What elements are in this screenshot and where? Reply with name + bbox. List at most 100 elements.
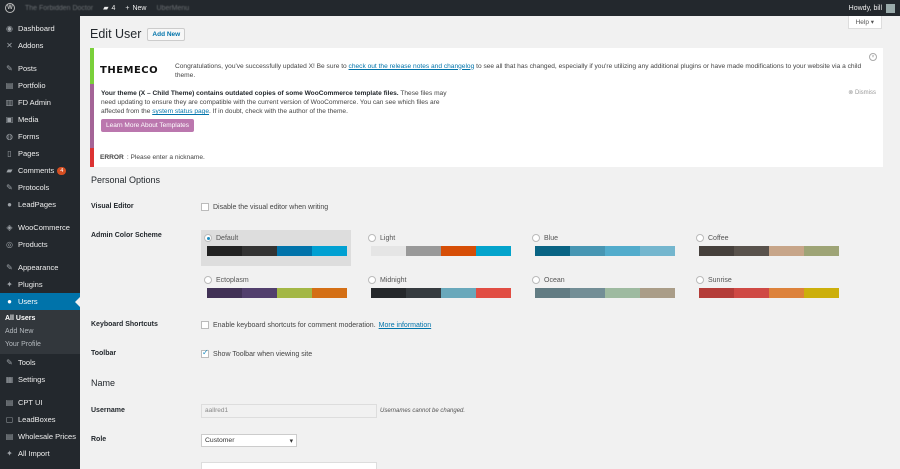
- color-scheme-header: Ocean: [532, 275, 675, 285]
- color-scheme-ocean[interactable]: Ocean: [529, 272, 679, 308]
- submenu-item-all-users[interactable]: All Users: [0, 312, 80, 325]
- sidebar-item-comments[interactable]: ▰ Comments 4: [0, 162, 80, 179]
- sidebar-item-posts[interactable]: ✎ Posts: [0, 60, 80, 77]
- color-swatch: [441, 288, 476, 298]
- role-select[interactable]: Customer ▾: [201, 434, 297, 447]
- sidebar-item-appearance[interactable]: ✎ Appearance: [0, 259, 80, 276]
- color-scheme-name: Default: [216, 234, 239, 242]
- color-scheme-blue[interactable]: Blue: [529, 230, 679, 266]
- color-scheme-radio[interactable]: [696, 276, 704, 284]
- keyboard-shortcuts-text: Enable keyboard shortcuts for comment mo…: [213, 321, 376, 329]
- color-scheme-radio[interactable]: [368, 234, 376, 242]
- color-scheme-header: Ectoplasm: [204, 275, 347, 285]
- ubermenu-link[interactable]: UberMenu: [152, 0, 195, 16]
- sidebar-item-pages[interactable]: ▯ Pages: [0, 145, 80, 162]
- system-status-link[interactable]: system status page: [152, 108, 209, 115]
- color-scheme-ectoplasm[interactable]: Ectoplasm: [201, 272, 351, 308]
- color-scheme-radio[interactable]: [532, 234, 540, 242]
- tools-icon: ✎: [6, 358, 13, 367]
- sidebar-item-media[interactable]: ▣ Media: [0, 111, 80, 128]
- x-icon: ✕: [6, 41, 13, 50]
- next-field[interactable]: [201, 462, 377, 469]
- color-scheme-coffee[interactable]: Coffee: [693, 230, 843, 266]
- color-scheme-name: Ocean: [544, 276, 565, 284]
- sidebar-item-label: Settings: [18, 375, 46, 384]
- sidebar-item-all-import[interactable]: ✦ All Import: [0, 445, 80, 462]
- sidebar-item-label: Comments: [18, 166, 55, 175]
- more-information-link[interactable]: More information: [379, 322, 432, 329]
- sidebar-item-label: Plugins: [18, 280, 43, 289]
- sidebar-item-woocommerce[interactable]: ◈ WooCommerce: [0, 219, 80, 236]
- username-field[interactable]: aallred1: [201, 404, 377, 418]
- comments-icon: ▰: [6, 166, 13, 175]
- sidebar-item-label: Protocols: [18, 183, 50, 192]
- main-content: Help ▾ Edit User Add New THEMECO Congrat…: [80, 16, 900, 469]
- error-label: ERROR: [100, 154, 124, 161]
- role-label: Role: [91, 436, 107, 443]
- sidebar-item-wholesale-prices[interactable]: ▤ Wholesale Prices: [0, 428, 80, 445]
- comments-count: 4: [111, 4, 116, 12]
- sidebar-item-addons[interactable]: ✕ Addons: [0, 37, 80, 54]
- sidebar-item-products[interactable]: ◎ Products: [0, 236, 80, 253]
- color-scheme-radio[interactable]: [368, 276, 376, 284]
- users-icon: ●: [7, 297, 12, 306]
- dismiss-link[interactable]: ⊗ Dismiss: [848, 89, 876, 96]
- learn-more-templates-button[interactable]: Learn More About Templates: [101, 119, 194, 132]
- color-swatches: [699, 288, 839, 298]
- color-scheme-radio[interactable]: [204, 234, 212, 242]
- color-swatch: [769, 288, 804, 298]
- add-new-button[interactable]: Add New: [147, 27, 186, 41]
- color-swatch: [242, 246, 277, 256]
- color-scheme-light[interactable]: Light: [365, 230, 515, 266]
- comments-badge: 4: [57, 166, 67, 175]
- close-notice-icon[interactable]: ×: [869, 53, 877, 61]
- themeco-logo: THEMECO: [100, 65, 159, 76]
- sidebar-item-protocols[interactable]: ✎ Protocols: [0, 179, 80, 196]
- sidebar-item-forms[interactable]: ◍ Forms: [0, 128, 80, 145]
- toolbar-row: Show Toolbar when viewing site: [201, 348, 312, 358]
- name-heading: Name: [91, 378, 116, 388]
- submenu-item-add-new[interactable]: Add New: [0, 325, 80, 338]
- submenu-item-your-profile[interactable]: Your Profile: [0, 338, 80, 351]
- color-scheme-header: Blue: [532, 233, 675, 243]
- wordpress-logo-menu[interactable]: W: [0, 0, 20, 16]
- color-scheme-sunrise[interactable]: Sunrise: [693, 272, 843, 308]
- color-swatch: [312, 288, 347, 298]
- color-scheme-radio[interactable]: [204, 276, 212, 284]
- color-swatch: [312, 246, 347, 256]
- leadboxes-icon: ▢: [5, 415, 14, 424]
- sidebar-item-cpt-ui[interactable]: ▤ CPT UI: [0, 394, 80, 411]
- sidebar-item-dashboard[interactable]: ◉ Dashboard: [0, 20, 80, 37]
- visual-editor-checkbox[interactable]: [201, 203, 209, 211]
- keyboard-shortcuts-label: Keyboard Shortcuts: [91, 321, 158, 328]
- color-scheme-radio[interactable]: [532, 276, 540, 284]
- color-scheme-midnight[interactable]: Midnight: [365, 272, 515, 308]
- color-scheme-radio[interactable]: [696, 234, 704, 242]
- role-select-value: Customer: [205, 437, 235, 444]
- release-notes-link[interactable]: check out the release notes and changelo…: [349, 63, 475, 70]
- sidebar-item-leadpages[interactable]: ● LeadPages: [0, 196, 80, 213]
- new-content-menu[interactable]: + New: [120, 0, 151, 16]
- theme-notice-text-before: Congratulations, you've successfully upd…: [175, 62, 349, 70]
- sidebar-item-plugins[interactable]: ✦ Plugins: [0, 276, 80, 293]
- sidebar-item-tools[interactable]: ✎ Tools: [0, 354, 80, 371]
- sidebar-item-label: Wholesale Prices: [18, 432, 76, 441]
- sidebar-item-users[interactable]: ● Users: [0, 293, 80, 310]
- keyboard-shortcuts-row: Enable keyboard shortcuts for comment mo…: [201, 321, 431, 329]
- sidebar-item-settings[interactable]: ▦ Settings: [0, 371, 80, 388]
- color-scheme-name: Light: [380, 234, 396, 242]
- sidebar-item-fd-admin[interactable]: ▥ FD Admin: [0, 94, 80, 111]
- site-name-link[interactable]: The Forbidden Doctor: [20, 0, 98, 16]
- keyboard-shortcuts-checkbox[interactable]: [201, 321, 209, 329]
- sidebar-item-portfolio[interactable]: ▤ Portfolio: [0, 77, 80, 94]
- comments-menu[interactable]: ▰ 4: [98, 0, 120, 16]
- color-swatches: [371, 246, 511, 256]
- help-tab[interactable]: Help ▾: [847, 16, 882, 29]
- color-scheme-header: Default: [204, 233, 347, 243]
- portfolio-icon: ▤: [5, 81, 14, 90]
- toolbar-checkbox[interactable]: [201, 348, 209, 358]
- dashboard-icon: ◉: [6, 24, 13, 33]
- sidebar-item-leadboxes[interactable]: ▢ LeadBoxes: [0, 411, 80, 428]
- my-account-menu[interactable]: Howdy, bill: [844, 0, 900, 16]
- color-scheme-default[interactable]: Default: [201, 230, 351, 266]
